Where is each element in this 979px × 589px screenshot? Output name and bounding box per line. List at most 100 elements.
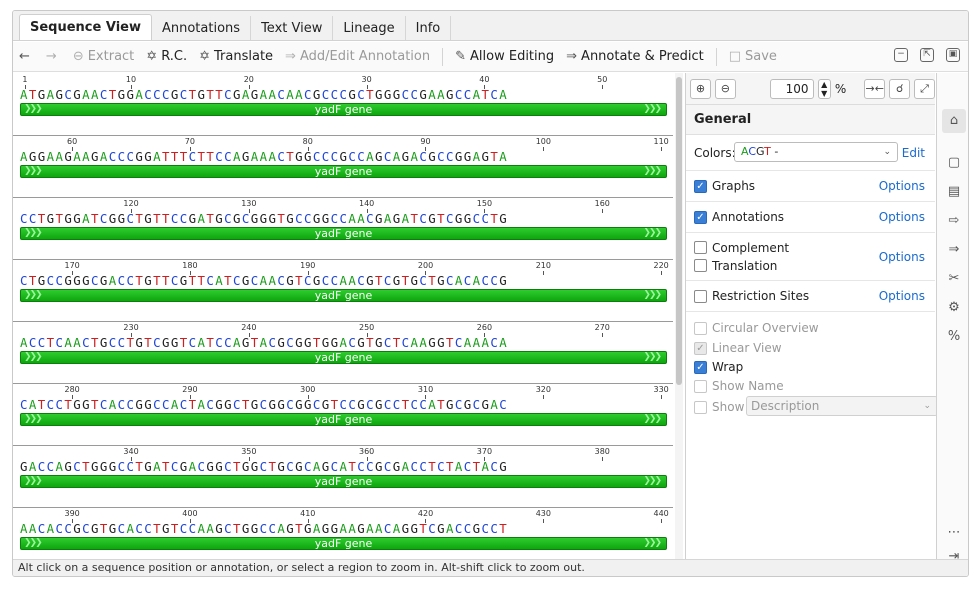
base[interactable]: G bbox=[82, 397, 91, 412]
base[interactable]: T bbox=[180, 335, 189, 350]
base[interactable]: C bbox=[490, 273, 499, 288]
base[interactable]: C bbox=[277, 149, 286, 164]
tab-info[interactable]: Info bbox=[406, 16, 452, 40]
sequence-row[interactable]: 120 130 140 150 160 CCTGTGGATCGGCTGTTCCGATGCG… bbox=[13, 197, 673, 259]
base[interactable]: C bbox=[393, 397, 402, 412]
translation-options-link[interactable]: Options bbox=[879, 250, 925, 264]
annotation-bar[interactable]: ❯❯❯ yadF gene ❯❯❯ bbox=[20, 351, 667, 364]
base[interactable]: T bbox=[206, 87, 215, 102]
restriction-sites-options-link[interactable]: Options bbox=[879, 289, 925, 303]
base[interactable]: G bbox=[251, 87, 260, 102]
base[interactable]: G bbox=[331, 335, 340, 350]
base[interactable]: C bbox=[419, 273, 428, 288]
forward-button[interactable]: → bbox=[46, 49, 61, 64]
base[interactable]: G bbox=[357, 335, 366, 350]
base[interactable]: C bbox=[109, 149, 118, 164]
base[interactable]: A bbox=[260, 149, 269, 164]
more-icon[interactable]: ⋯ bbox=[946, 525, 962, 541]
zoom-input[interactable]: 100 bbox=[769, 78, 814, 99]
base[interactable]: C bbox=[135, 521, 144, 536]
base[interactable]: G bbox=[73, 87, 82, 102]
base[interactable]: G bbox=[215, 397, 224, 412]
base[interactable]: G bbox=[295, 335, 304, 350]
base[interactable]: C bbox=[180, 211, 189, 226]
sequence-scrollbar[interactable] bbox=[675, 73, 683, 561]
base[interactable]: G bbox=[242, 273, 251, 288]
base[interactable]: T bbox=[206, 211, 215, 226]
base[interactable]: C bbox=[118, 459, 127, 474]
base[interactable]: G bbox=[206, 459, 215, 474]
base[interactable]: T bbox=[38, 397, 47, 412]
base[interactable]: G bbox=[499, 273, 508, 288]
base[interactable]: G bbox=[375, 459, 384, 474]
scissors-icon[interactable]: ✂ bbox=[946, 271, 962, 287]
colors-select[interactable]: ACGT - ⌄ bbox=[734, 142, 898, 162]
base[interactable]: A bbox=[47, 149, 56, 164]
base[interactable]: T bbox=[251, 335, 260, 350]
base[interactable]: C bbox=[331, 211, 340, 226]
add-edit-annotation-button[interactable]: ⇒ Add/Edit Annotation bbox=[285, 49, 430, 64]
base[interactable]: A bbox=[215, 273, 224, 288]
base[interactable]: C bbox=[47, 459, 56, 474]
base[interactable]: C bbox=[38, 521, 47, 536]
sequence-bases[interactable]: CATCCTGGTCACCGGCCACTACGGCTGCGGCGGCGTCCGC… bbox=[20, 397, 508, 413]
base[interactable]: G bbox=[29, 149, 38, 164]
base[interactable]: G bbox=[64, 459, 73, 474]
base[interactable]: A bbox=[73, 149, 82, 164]
base[interactable]: A bbox=[402, 459, 411, 474]
base[interactable]: C bbox=[304, 459, 313, 474]
base[interactable]: T bbox=[224, 273, 233, 288]
base[interactable]: G bbox=[322, 459, 331, 474]
base[interactable]: G bbox=[20, 459, 29, 474]
annotation-bar[interactable]: ❯❯❯ yadF gene ❯❯❯ bbox=[20, 475, 667, 488]
base[interactable]: G bbox=[393, 273, 402, 288]
base[interactable]: A bbox=[171, 397, 180, 412]
base[interactable]: C bbox=[384, 273, 393, 288]
base[interactable]: C bbox=[446, 273, 455, 288]
base[interactable]: A bbox=[357, 211, 366, 226]
base[interactable]: A bbox=[499, 335, 508, 350]
home-icon[interactable]: ⌂ bbox=[942, 109, 966, 133]
base[interactable]: G bbox=[277, 397, 286, 412]
base[interactable]: C bbox=[473, 211, 482, 226]
base[interactable]: C bbox=[260, 397, 269, 412]
tab-text-view[interactable]: Text View bbox=[251, 16, 334, 40]
base[interactable]: G bbox=[295, 149, 304, 164]
base[interactable]: T bbox=[64, 397, 73, 412]
zoom-stepper[interactable]: ▲ ▼ bbox=[817, 78, 831, 99]
base[interactable]: G bbox=[73, 273, 82, 288]
base[interactable]: A bbox=[29, 459, 38, 474]
base[interactable]: T bbox=[162, 149, 171, 164]
base[interactable]: C bbox=[446, 211, 455, 226]
base[interactable]: A bbox=[455, 459, 464, 474]
base[interactable]: T bbox=[490, 149, 499, 164]
base[interactable]: C bbox=[233, 273, 242, 288]
base[interactable]: C bbox=[100, 397, 109, 412]
base[interactable]: G bbox=[304, 335, 313, 350]
annotation-bar[interactable]: ❯❯❯ yadF gene ❯❯❯ bbox=[20, 227, 667, 240]
base[interactable]: C bbox=[224, 459, 233, 474]
base[interactable]: T bbox=[277, 211, 286, 226]
base[interactable]: G bbox=[402, 149, 411, 164]
base[interactable]: A bbox=[260, 87, 269, 102]
base[interactable]: C bbox=[322, 87, 331, 102]
show-checkbox[interactable] bbox=[694, 400, 707, 414]
sequence-row[interactable]: 1 10 20 30 40 50 ATGAGCGAACTGGACCCGCTGTTCGAGAA… bbox=[13, 73, 673, 135]
base[interactable]: G bbox=[171, 335, 180, 350]
tab-sequence-view[interactable]: Sequence View bbox=[19, 14, 152, 40]
base[interactable]: T bbox=[366, 335, 375, 350]
base[interactable]: C bbox=[206, 273, 215, 288]
base[interactable]: T bbox=[135, 273, 144, 288]
base[interactable]: G bbox=[313, 273, 322, 288]
base[interactable]: C bbox=[357, 149, 366, 164]
base[interactable]: C bbox=[118, 273, 127, 288]
base[interactable]: G bbox=[322, 211, 331, 226]
base[interactable]: G bbox=[144, 397, 153, 412]
base[interactable]: A bbox=[366, 521, 375, 536]
base[interactable]: C bbox=[109, 335, 118, 350]
zoom-in-button[interactable]: ⊕ bbox=[690, 78, 711, 99]
sequence-bases[interactable]: AACACCGCGTGCACCTGTCCAAGCTGGCCAGTGAGGAAGA… bbox=[20, 521, 508, 537]
base[interactable]: G bbox=[304, 521, 313, 536]
base[interactable]: C bbox=[144, 521, 153, 536]
base[interactable]: T bbox=[189, 87, 198, 102]
